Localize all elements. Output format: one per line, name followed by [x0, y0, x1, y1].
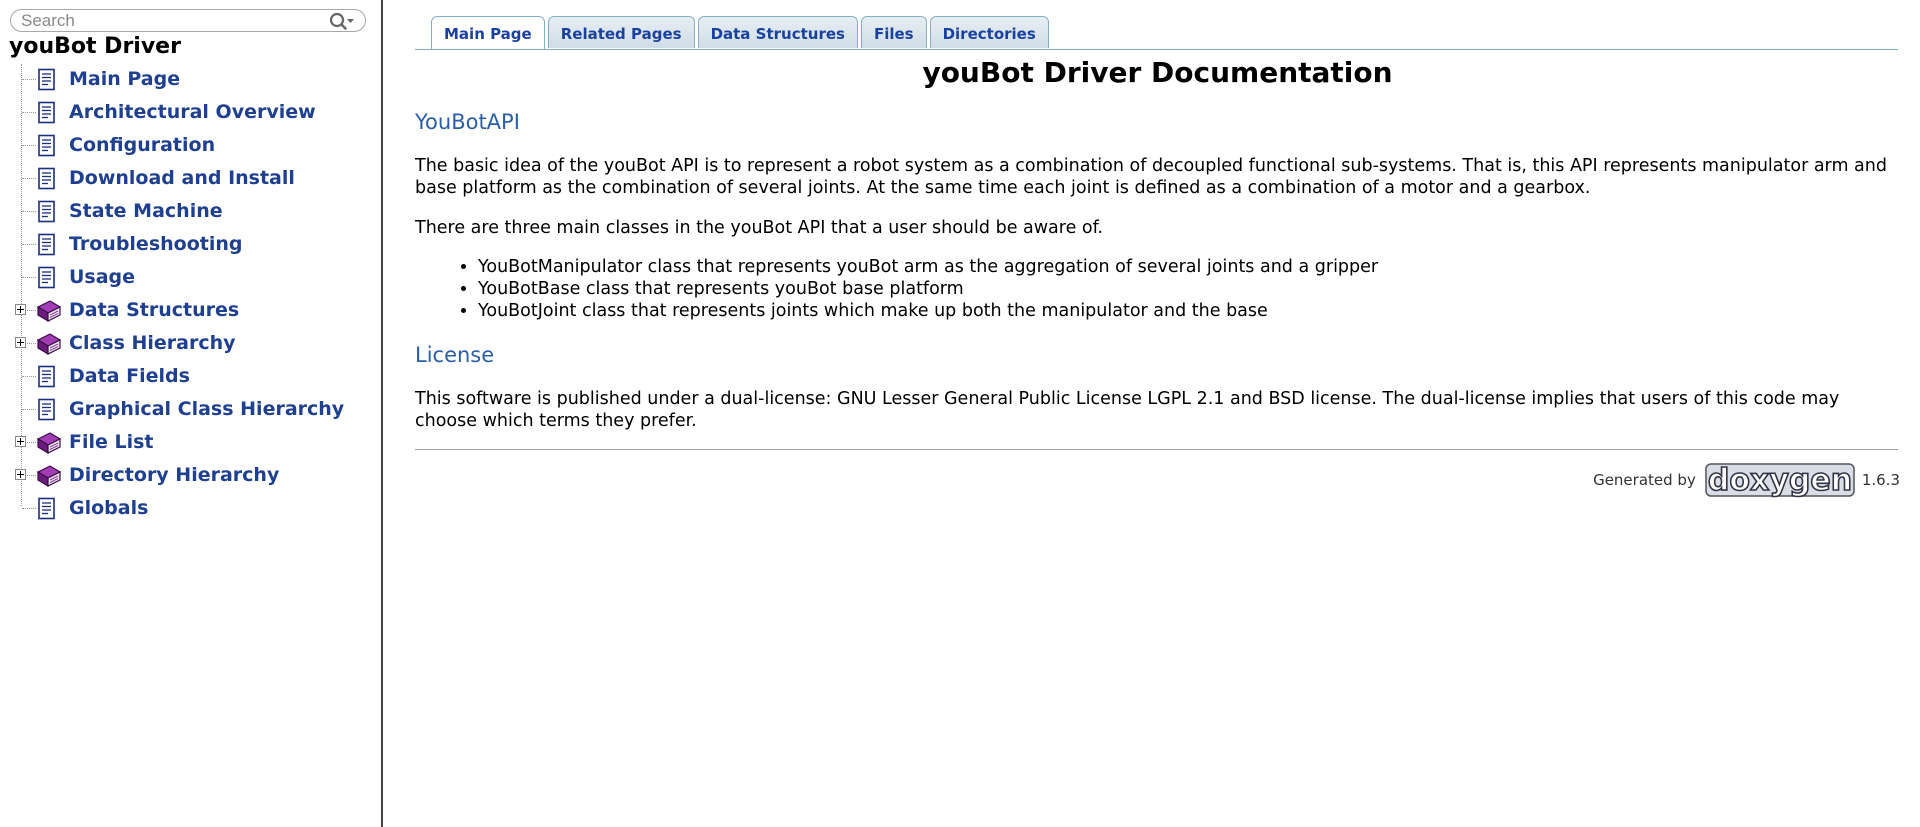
tab-data-structures[interactable]: Data Structures [697, 16, 858, 48]
search-input[interactable] [21, 11, 321, 30]
sidebar-item-troubleshooting[interactable]: Troubleshooting [0, 229, 380, 262]
main-classes-list: YouBotManipulator class that represents … [460, 256, 1378, 322]
book-icon [36, 299, 62, 323]
book-icon [36, 464, 62, 488]
tree-connector [22, 145, 36, 146]
expand-plus-icon[interactable] [15, 436, 26, 447]
sidebar-item-label[interactable]: Download and Install [69, 167, 295, 189]
doxygen-logo-text: doxygen [1708, 463, 1852, 498]
search-icon[interactable] [327, 11, 355, 31]
tree-connector [22, 508, 36, 509]
book-icon [36, 431, 62, 455]
sidebar-item-file-list[interactable]: File List [0, 427, 380, 460]
sidebar-item-label[interactable]: Troubleshooting [69, 233, 243, 255]
youbotapi-paragraph-1: The basic idea of the youBot API is to r… [415, 156, 1887, 198]
tab-directories[interactable]: Directories [929, 16, 1049, 48]
sidebar-item-label[interactable]: Main Page [69, 68, 180, 90]
document-page-icon [36, 398, 58, 422]
sidebar-item-label[interactable]: Directory Hierarchy [69, 464, 279, 486]
license-paragraph: This software is published under a dual-… [415, 389, 1840, 431]
document-page-icon [36, 167, 58, 191]
tree-connector [22, 79, 36, 80]
sidebar-item-label[interactable]: Graphical Class Hierarchy [69, 398, 344, 420]
tree-connector [22, 112, 36, 113]
sidebar-item-architectural-overview[interactable]: Architectural Overview [0, 97, 380, 130]
sidebar-item-main-page[interactable]: Main Page [0, 64, 380, 97]
tree-title: youBot Driver [9, 34, 181, 59]
tab-bar-divider [415, 49, 1898, 50]
sidebar-item-label[interactable]: Data Fields [69, 365, 190, 387]
sidebar-item-label[interactable]: Configuration [69, 134, 215, 156]
tree-connector [22, 244, 36, 245]
tab-related-pages[interactable]: Related Pages [547, 16, 695, 48]
sidebar-item-label[interactable]: Globals [69, 497, 148, 519]
doxygen-logo[interactable]: doxygen [1704, 456, 1856, 504]
document-page-icon [36, 266, 58, 290]
youbotapi-paragraph-2: There are three main classes in the youB… [415, 218, 1104, 238]
sidebar-item-download-and-install[interactable]: Download and Install [0, 163, 380, 196]
sidebar-item-label[interactable]: Class Hierarchy [69, 332, 236, 354]
document-page-icon [36, 365, 58, 389]
document-page-icon [36, 233, 58, 257]
sidebar-item-data-structures[interactable]: Data Structures [0, 295, 380, 328]
tab-files[interactable]: Files [860, 16, 927, 48]
navigation-sidebar: youBot Driver Main Page Architectural Ove… [0, 0, 383, 827]
section-heading-license: License [415, 343, 495, 367]
sidebar-item-graphical-class-hierarchy[interactable]: Graphical Class Hierarchy [0, 394, 380, 427]
tree-connector [22, 178, 36, 179]
list-item: YouBotBase class that represents youBot … [478, 278, 1378, 300]
sidebar-item-configuration[interactable]: Configuration [0, 130, 380, 163]
tree-connector [22, 211, 36, 212]
search-box [10, 9, 366, 32]
document-page-icon [36, 101, 58, 125]
tab-bar: Main Page Related Pages Data Structures Fil… [431, 16, 1052, 50]
sidebar-item-state-machine[interactable]: State Machine [0, 196, 380, 229]
footer: Generated by doxygen 1.6.3 [1593, 456, 1900, 504]
section-heading-youbotapi: YouBotAPI [415, 110, 520, 134]
document-page-icon [36, 497, 58, 521]
tree-connector [22, 277, 36, 278]
expand-plus-icon[interactable] [15, 304, 26, 315]
doxygen-version: 1.6.3 [1861, 471, 1900, 489]
tree-connector [22, 409, 36, 410]
sidebar-item-label[interactable]: Data Structures [69, 299, 239, 321]
footer-divider [415, 449, 1898, 450]
document-page-icon [36, 200, 58, 224]
expand-plus-icon[interactable] [15, 337, 26, 348]
document-page-icon [36, 134, 58, 158]
tree-connector [22, 376, 36, 377]
sidebar-item-label[interactable]: File List [69, 431, 154, 453]
document-page-icon [36, 68, 58, 92]
expand-plus-icon[interactable] [15, 469, 26, 480]
generated-by-label: Generated by [1593, 471, 1696, 489]
list-item: YouBotManipulator class that represents … [478, 256, 1378, 278]
sidebar-item-globals[interactable]: Globals [0, 493, 380, 526]
sidebar-item-class-hierarchy[interactable]: Class Hierarchy [0, 328, 380, 361]
sidebar-item-label[interactable]: State Machine [69, 200, 223, 222]
main-content: Main Page Related Pages Data Structures Fil… [415, 0, 1900, 827]
tab-main-page[interactable]: Main Page [431, 16, 545, 50]
sidebar-item-label[interactable]: Usage [69, 266, 135, 288]
list-item: YouBotJoint class that represents joints… [478, 300, 1378, 322]
book-icon [36, 332, 62, 356]
sidebar-item-usage[interactable]: Usage [0, 262, 380, 295]
page-title: youBot Driver Documentation [922, 56, 1393, 89]
sidebar-item-label[interactable]: Architectural Overview [69, 101, 316, 123]
sidebar-item-directory-hierarchy[interactable]: Directory Hierarchy [0, 460, 380, 493]
sidebar-item-data-fields[interactable]: Data Fields [0, 361, 380, 394]
